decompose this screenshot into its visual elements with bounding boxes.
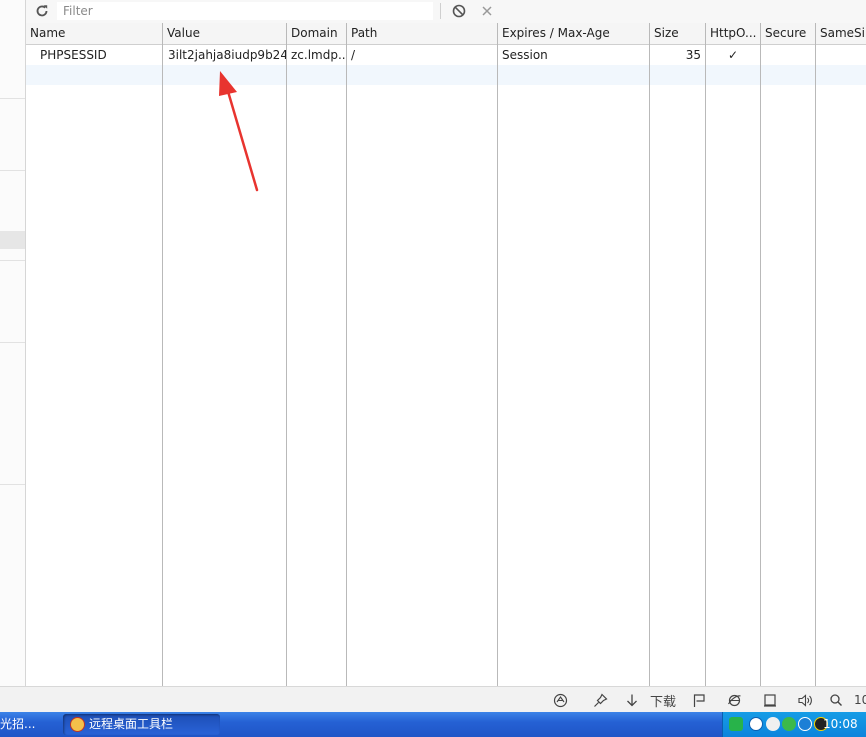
cell-domain: zc.lmdp... (291, 48, 346, 62)
cell-expires: Session (502, 48, 548, 62)
table-row-empty (26, 65, 866, 85)
column-divider (649, 23, 650, 686)
flag-icon[interactable] (690, 691, 708, 709)
sidebar-divider (0, 484, 25, 485)
translate-icon[interactable] (551, 691, 569, 709)
table-header: Name Value Domain Path Expires / Max-Age… (26, 23, 866, 45)
cell-value: 3ilt2jahja8iudp9b24... (168, 48, 286, 62)
sidebar-divider (0, 342, 25, 343)
refresh-icon[interactable] (33, 2, 51, 20)
column-header-expires[interactable]: Expires / Max-Age (498, 23, 649, 44)
sidebar-selected-item[interactable] (0, 231, 25, 249)
system-tray: 10:08 (722, 712, 866, 737)
taskbar: 光招... 远程桌面工具栏 10:08 (0, 712, 866, 737)
taskbar-clock[interactable]: 10:08 (823, 712, 858, 737)
volume-icon[interactable] (796, 691, 814, 709)
column-divider (705, 23, 706, 686)
taskbar-item-active[interactable]: 远程桌面工具栏 (63, 714, 220, 735)
cookie-toolbar (26, 0, 866, 24)
cell-path: / (351, 48, 356, 62)
status-bar: 下载 10 (0, 686, 866, 713)
pin-icon[interactable] (591, 691, 609, 709)
column-divider (286, 23, 287, 686)
ie-compat-icon[interactable] (725, 691, 743, 709)
cell-name: PHPSESSID (40, 48, 107, 62)
download-icon[interactable] (623, 691, 641, 709)
column-divider (815, 23, 816, 686)
cell-size: 35 (685, 48, 701, 62)
security-icon[interactable] (782, 717, 796, 731)
cell-secure (761, 45, 815, 65)
taskbar-item[interactable]: 光招... (0, 714, 60, 735)
network-icon[interactable] (798, 717, 812, 731)
column-header-samesite[interactable]: SameSi... (816, 23, 866, 44)
table-row[interactable]: PHPSESSID 3ilt2jahja8iudp9b24... zc.lmdp… (26, 45, 866, 65)
close-icon[interactable] (478, 2, 496, 20)
column-divider (162, 23, 163, 686)
sidebar-divider (0, 170, 25, 171)
zoom-icon[interactable] (827, 691, 845, 709)
block-icon[interactable] (450, 2, 468, 20)
column-header-name[interactable]: Name (26, 23, 162, 44)
column-header-path[interactable]: Path (347, 23, 497, 44)
sidebar-divider (0, 98, 25, 99)
sidebar-divider (0, 260, 25, 261)
window-icon[interactable] (761, 691, 779, 709)
remote-desktop-icon (70, 717, 85, 732)
annotation-arrow-icon (219, 71, 259, 192)
sogou-input-icon[interactable] (729, 717, 743, 731)
zoom-level[interactable]: 10 (854, 691, 866, 709)
download-label[interactable]: 下载 (650, 691, 676, 710)
column-divider (760, 23, 761, 686)
cell-samesite (816, 45, 866, 65)
cell-httponly: ✓ (727, 48, 739, 62)
column-header-domain[interactable]: Domain (287, 23, 346, 44)
column-header-httponly[interactable]: HttpO... (706, 23, 760, 44)
column-header-secure[interactable]: Secure (761, 23, 815, 44)
column-divider (497, 23, 498, 686)
toolbar-separator (440, 3, 441, 19)
column-header-value[interactable]: Value (163, 23, 286, 44)
bell-icon[interactable] (766, 717, 780, 731)
filter-input[interactable] (57, 2, 433, 20)
cookie-table: Name Value Domain Path Expires / Max-Age… (26, 23, 866, 686)
column-divider (346, 23, 347, 686)
column-header-size[interactable]: Size (650, 23, 705, 44)
taskbar-item-label: 远程桌面工具栏 (89, 717, 174, 731)
left-sidebar (0, 0, 26, 686)
back-arrow-icon[interactable] (749, 717, 763, 731)
